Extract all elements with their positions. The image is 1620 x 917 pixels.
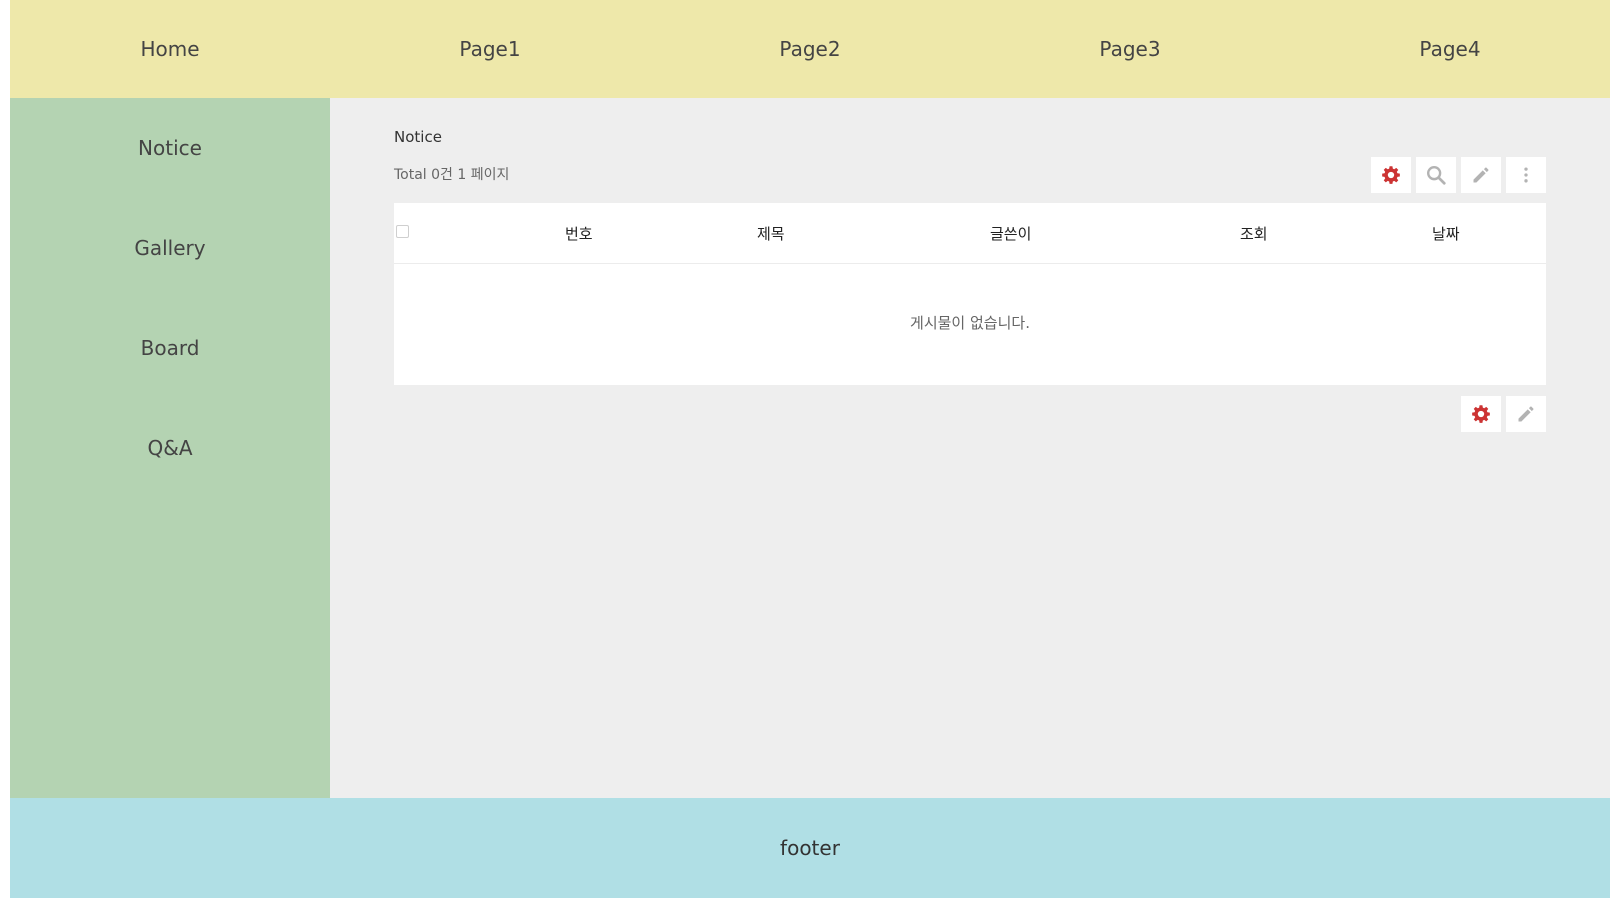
footer-label: footer	[780, 836, 840, 860]
board-toolbar-top	[1371, 157, 1546, 193]
more-options-button[interactable]	[1506, 157, 1546, 193]
nav-item-page1[interactable]: Page1	[330, 0, 650, 98]
sidebar-item-notice[interactable]: Notice	[10, 98, 330, 198]
column-header-writer: 글쓴이	[990, 225, 1032, 243]
nav-item-page2[interactable]: Page2	[650, 0, 970, 98]
nav-item-page4[interactable]: Page4	[1290, 0, 1610, 98]
nav-item-home[interactable]: Home	[10, 0, 330, 98]
board-table: 번호 제목 글쓴이 조회 날짜 게시물이 없습니다.	[394, 203, 1546, 385]
more-vertical-icon	[1524, 167, 1528, 183]
pencil-icon	[1518, 406, 1534, 422]
nav-item-page3[interactable]: Page3	[970, 0, 1290, 98]
admin-button[interactable]	[1371, 157, 1411, 193]
search-button[interactable]	[1416, 157, 1456, 193]
total-count: Total 0건 1 페이지	[394, 167, 510, 183]
pencil-icon	[1473, 167, 1489, 183]
gear-icon	[1472, 405, 1490, 423]
write-button-bottom[interactable]	[1506, 396, 1546, 432]
board-toolbar-bottom	[1461, 396, 1546, 432]
gear-icon	[1382, 166, 1400, 184]
select-all-checkbox[interactable]	[396, 225, 409, 238]
column-header-subject: 제목	[757, 225, 785, 243]
column-header-number[interactable]: 번호	[565, 223, 593, 244]
footer: footer	[10, 798, 1610, 898]
sidebar-item-gallery[interactable]: Gallery	[10, 198, 330, 298]
table-header: 번호 제목 글쓴이 조회 날짜	[394, 203, 1546, 264]
sidebar: Notice Gallery Board Q&A	[10, 98, 330, 798]
column-header-date[interactable]: 날짜	[1432, 223, 1460, 244]
empty-message: 게시물이 없습니다.	[910, 314, 1030, 332]
write-button[interactable]	[1461, 157, 1501, 193]
main-content: Notice Total 0건 1 페이지 번호 제목 글쓴이 조회 날짜 게시…	[330, 98, 1610, 798]
sidebar-item-qna[interactable]: Q&A	[10, 398, 330, 498]
board-title: Notice	[394, 128, 442, 146]
search-icon	[1427, 166, 1446, 185]
sidebar-item-board[interactable]: Board	[10, 298, 330, 398]
top-nav: Home Page1 Page2 Page3 Page4	[10, 0, 1610, 98]
page: Home Page1 Page2 Page3 Page4 Notice Gall…	[10, 0, 1610, 900]
column-header-views[interactable]: 조회	[1240, 223, 1268, 244]
admin-button-bottom[interactable]	[1461, 396, 1501, 432]
